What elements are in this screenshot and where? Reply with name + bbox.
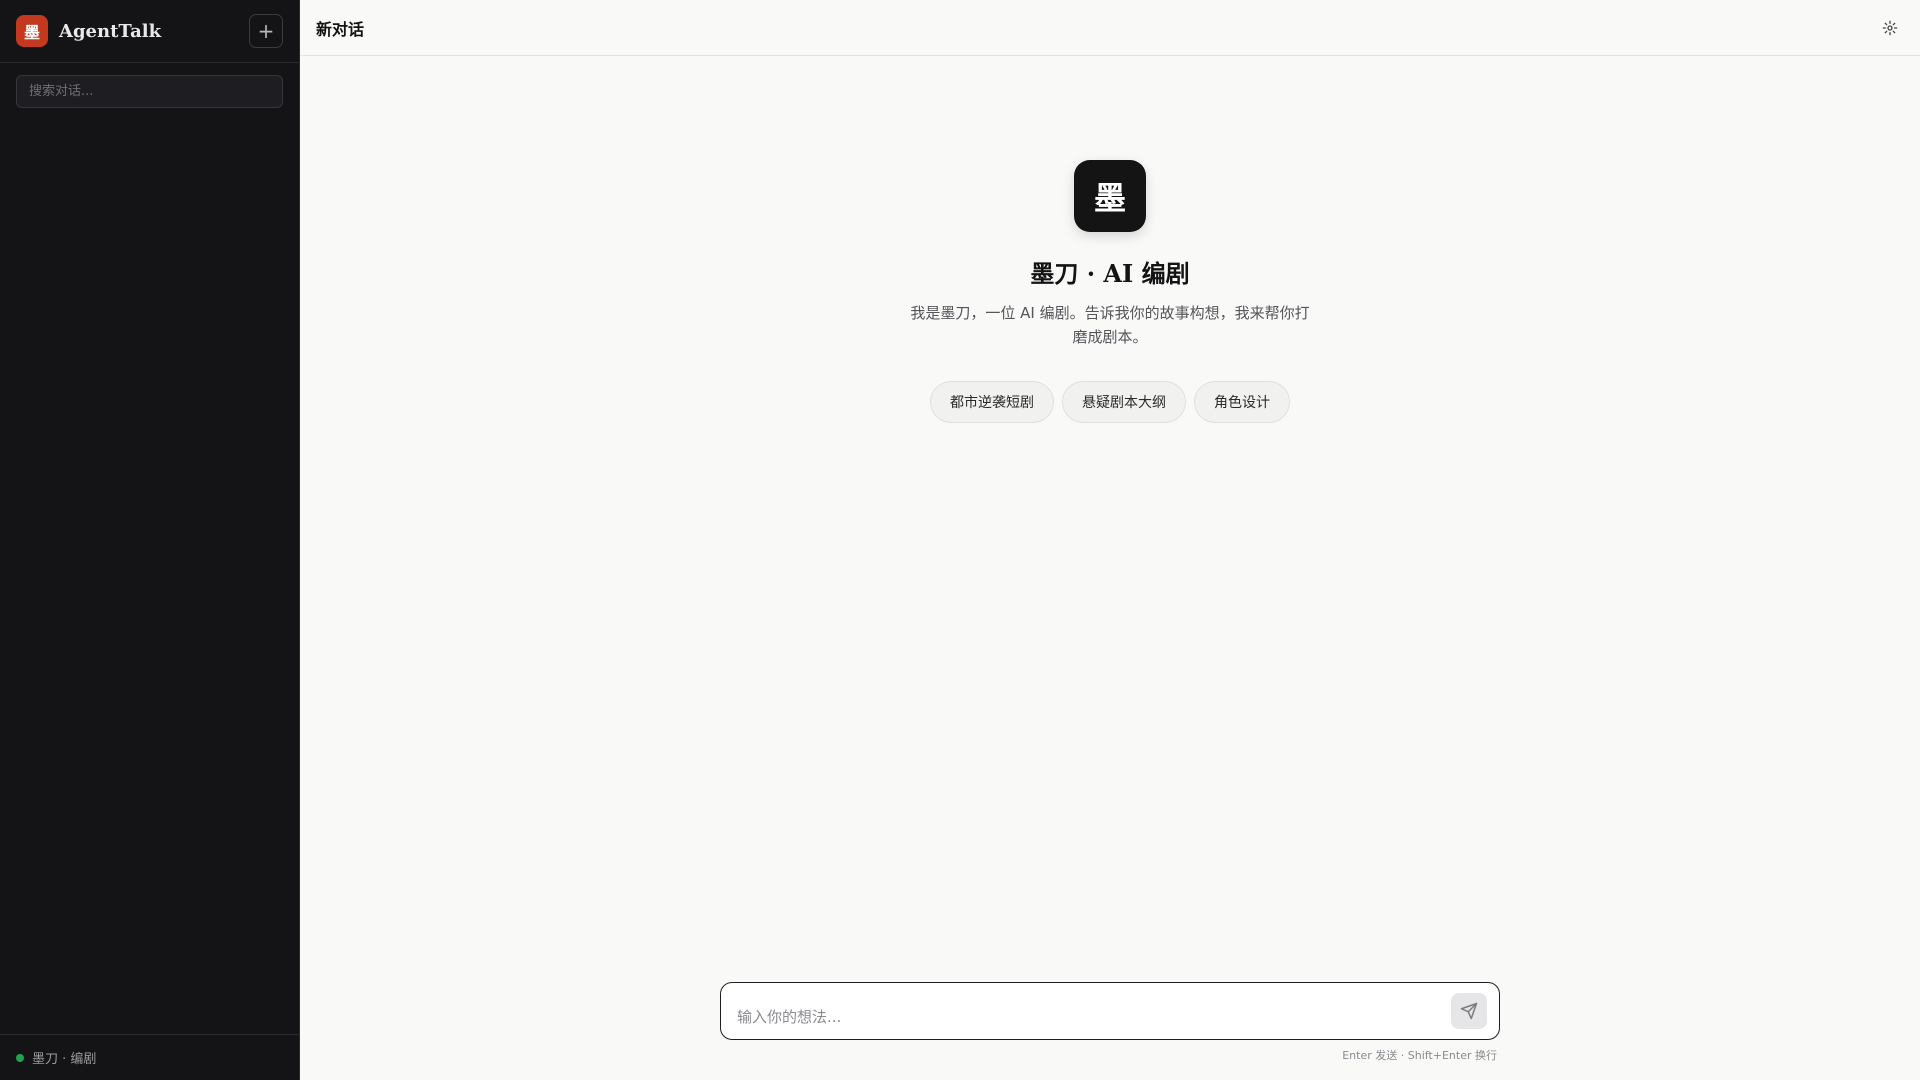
welcome-section: 墨 墨刀 · AI 编剧 我是墨刀，一位 AI 编剧。告诉我你的故事构想，我来帮… <box>300 160 1920 423</box>
main-panel: 新对话 墨 墨刀 · AI 编剧 我是墨刀，一位 AI 编剧。告诉我你的故事构想… <box>300 0 1920 1080</box>
send-icon <box>1460 1002 1478 1020</box>
hero-title: 墨刀 · AI 编剧 <box>1030 259 1190 288</box>
sidebar-footer: 墨刀 · 编剧 <box>0 1034 299 1080</box>
gear-icon <box>1882 20 1898 35</box>
composer <box>720 982 1500 1040</box>
search-wrapper <box>0 63 299 120</box>
app-logo: 墨 <box>16 15 48 47</box>
conversation-list <box>0 120 299 1034</box>
input-hint: Enter 发送 · Shift+Enter 换行 <box>1342 1049 1497 1062</box>
topbar: 新对话 <box>300 0 1920 56</box>
suggestion-chip[interactable]: 角色设计 <box>1194 381 1290 423</box>
page-title: 新对话 <box>316 19 365 39</box>
search-input[interactable] <box>16 75 283 108</box>
message-input[interactable] <box>737 996 1451 1026</box>
hero-logo: 墨 <box>1074 160 1146 232</box>
new-chat-button[interactable]: + <box>249 14 283 48</box>
status-dot <box>16 1053 24 1062</box>
agent-label: 墨刀 · 编剧 <box>32 1052 97 1067</box>
send-button[interactable] <box>1451 993 1487 1029</box>
suggestion-chips: 都市逆袭短剧 悬疑剧本大纲 角色设计 <box>930 381 1290 423</box>
settings-button[interactable] <box>1876 14 1904 42</box>
suggestion-chip[interactable]: 都市逆袭短剧 <box>930 381 1054 423</box>
sidebar: 墨 AgentTalk + 墨刀 · 编剧 <box>0 0 300 1080</box>
sidebar-header: 墨 AgentTalk + <box>0 0 299 63</box>
brand-name: AgentTalk <box>59 20 162 42</box>
suggestion-chip[interactable]: 悬疑剧本大纲 <box>1062 381 1186 423</box>
hero-description: 我是墨刀，一位 AI 编剧。告诉我你的故事构想，我来帮你打磨成剧本。 <box>910 304 1310 346</box>
